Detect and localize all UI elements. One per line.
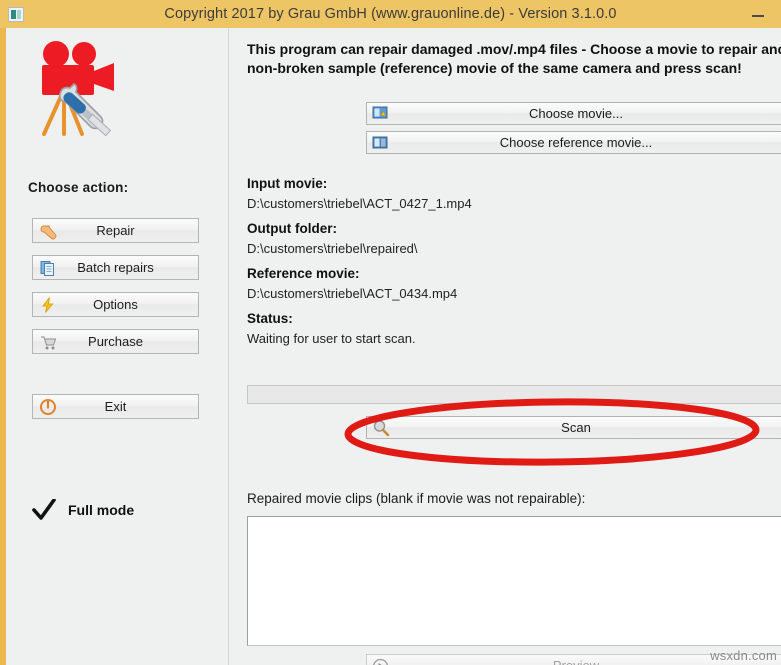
sidebar: Choose action: Repair Batch repairs Opti… xyxy=(6,28,229,665)
input-movie-label: Input movie: xyxy=(247,176,328,191)
intro-text: This program can repair damaged .mov/.mp… xyxy=(247,41,781,76)
movie-warning-icon xyxy=(372,106,388,119)
reference-movie-label: Reference movie: xyxy=(247,266,360,281)
movie-repair-logo xyxy=(42,41,114,137)
window-title: Copyright 2017 by Grau GmbH (www.grauonl… xyxy=(164,6,617,22)
sidebar-item-label: Batch repairs xyxy=(77,260,154,275)
repaired-clips-list[interactable] xyxy=(247,516,781,646)
sidebar-item-label: Exit xyxy=(104,399,127,414)
documents-icon xyxy=(40,261,54,276)
repaired-clips-label: Repaired movie clips (blank if movie was… xyxy=(247,491,586,506)
status-value: Waiting for user to start scan. xyxy=(247,331,416,346)
button-label: Preview xyxy=(553,658,599,665)
sidebar-heading: Choose action: xyxy=(28,180,129,195)
main-panel: This program can repair damaged .mov/.mp… xyxy=(230,28,781,665)
wrench-icon xyxy=(40,225,57,240)
full-mode-indicator: Full mode xyxy=(32,499,134,521)
sidebar-item-purchase[interactable]: Purchase xyxy=(32,329,199,354)
minimize-button[interactable] xyxy=(741,0,775,28)
full-mode-label: Full mode xyxy=(68,502,135,518)
reference-movie-value: D:\customers\triebel\ACT_0434.mp4 xyxy=(247,286,458,301)
sidebar-item-label: Options xyxy=(93,297,138,312)
lightning-icon xyxy=(42,297,54,313)
scan-button[interactable]: Scan xyxy=(366,416,781,439)
play-icon xyxy=(373,658,388,665)
application-icon xyxy=(8,6,24,22)
movie-icon xyxy=(372,136,388,149)
title-bar[interactable]: Copyright 2017 by Grau GmbH (www.grauonl… xyxy=(0,0,781,28)
button-label: Scan xyxy=(561,420,591,435)
sidebar-item-batch-repairs[interactable]: Batch repairs xyxy=(32,255,199,280)
button-label: Choose reference movie... xyxy=(499,135,653,150)
button-label: Choose movie... xyxy=(529,106,623,121)
magnifier-icon xyxy=(373,420,390,437)
choose-movie-button[interactable]: Choose movie... xyxy=(366,102,781,125)
sidebar-item-label: Repair xyxy=(96,223,135,238)
output-folder-value: D:\customers\triebel\repaired\ xyxy=(247,241,418,256)
sidebar-item-exit[interactable]: Exit xyxy=(32,394,199,419)
status-label: Status: xyxy=(247,311,293,326)
sidebar-item-repair[interactable]: Repair xyxy=(32,218,199,243)
output-folder-label: Output folder: xyxy=(247,221,337,236)
scan-progress-bar xyxy=(247,385,781,404)
input-movie-value: D:\customers\triebel\ACT_0427_1.mp4 xyxy=(247,196,472,211)
application-window: Copyright 2017 by Grau GmbH (www.grauonl… xyxy=(0,0,781,665)
cart-icon xyxy=(41,336,57,350)
power-icon xyxy=(40,399,56,415)
check-icon xyxy=(32,499,56,520)
choose-reference-movie-button[interactable]: Choose reference movie... xyxy=(366,131,781,154)
sidebar-item-options[interactable]: Options xyxy=(32,292,199,317)
watermark: wsxdn.com xyxy=(710,648,777,663)
sidebar-item-label: Purchase xyxy=(88,334,143,349)
